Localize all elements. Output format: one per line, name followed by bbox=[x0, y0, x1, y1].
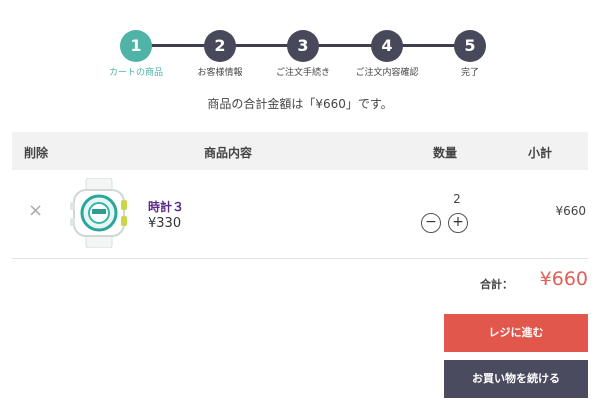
header-qty: 数量 bbox=[433, 146, 458, 160]
product-name-link[interactable]: 時計３ bbox=[148, 198, 184, 215]
cart-summary-text: 商品の合計金額は「¥660」です。 bbox=[207, 97, 393, 111]
step-label: 完了 bbox=[460, 68, 479, 78]
step-number: 1 bbox=[120, 30, 152, 62]
step-number: 4 bbox=[371, 30, 403, 62]
total-amount: ¥660 bbox=[539, 268, 588, 290]
increase-quantity-button[interactable]: + bbox=[448, 213, 468, 233]
step-number: 5 bbox=[454, 30, 486, 62]
step-number: 3 bbox=[287, 30, 319, 62]
quantity-value: 2 bbox=[453, 192, 461, 206]
product-image[interactable] bbox=[66, 177, 132, 249]
continue-shopping-button[interactable]: お買い物を続ける bbox=[444, 360, 588, 398]
checkout-button[interactable]: レジに進む bbox=[444, 314, 588, 352]
product-price: ¥330 bbox=[148, 216, 182, 231]
step-number: 2 bbox=[204, 30, 236, 62]
table-row: × 時計３ ¥330 2 − + ¥660 bbox=[12, 170, 588, 259]
watch-icon bbox=[70, 177, 127, 249]
header-product: 商品内容 bbox=[204, 146, 253, 160]
remove-item-icon[interactable]: × bbox=[28, 200, 43, 221]
item-subtotal: ¥660 bbox=[555, 204, 586, 218]
cart-table-header: 削除 商品内容 数量 小計 bbox=[12, 132, 588, 170]
header-remove: 削除 bbox=[24, 146, 49, 160]
header-subtotal: 小計 bbox=[528, 146, 553, 160]
total-label: 合計： bbox=[480, 278, 513, 291]
step-complete: 5 完了 bbox=[410, 30, 530, 78]
decrease-quantity-button[interactable]: − bbox=[421, 213, 441, 233]
